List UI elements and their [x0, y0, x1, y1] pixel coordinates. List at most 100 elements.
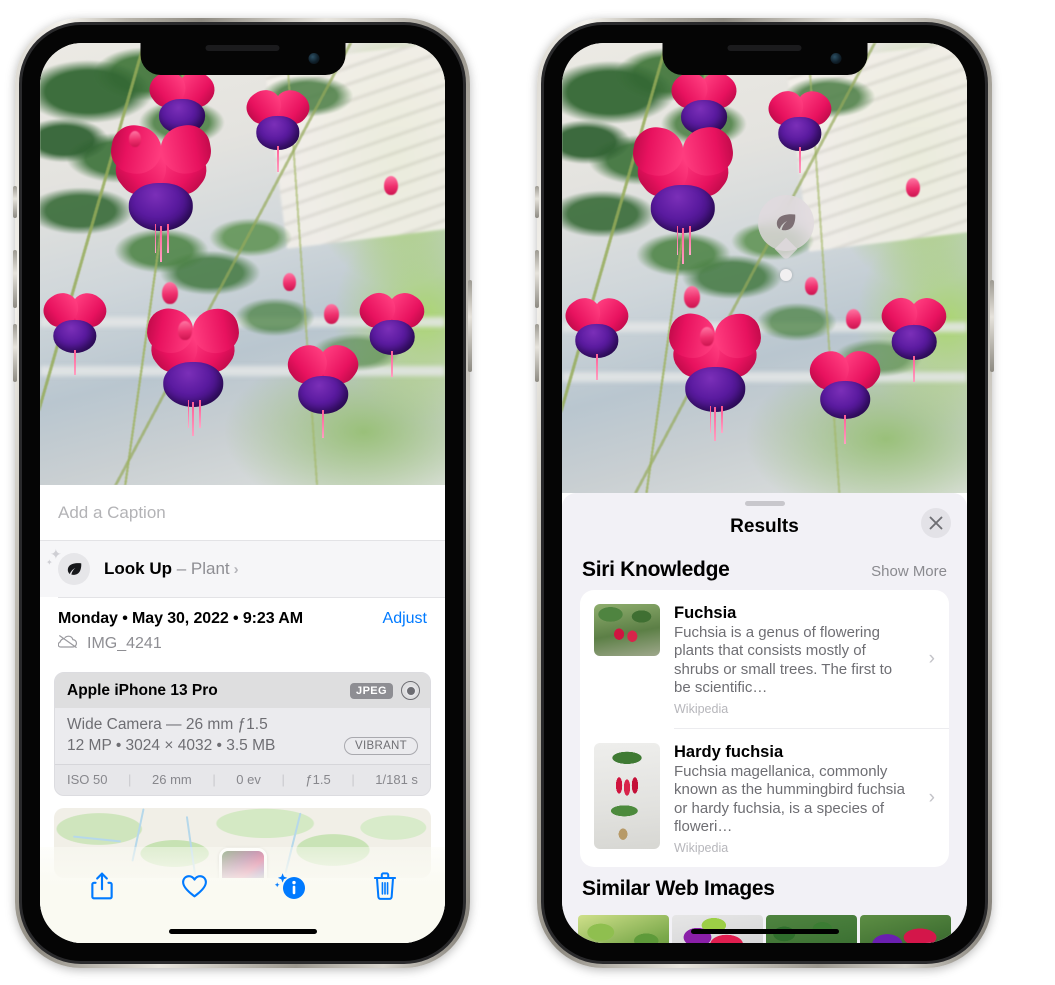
- exif-divider: |: [212, 772, 216, 787]
- camera-card-body: Wide Camera — 26 mm ƒ1.5 12 MP • 3024 × …: [55, 708, 430, 764]
- flower-bloom: [628, 123, 737, 264]
- exif-divider: |: [128, 772, 132, 787]
- camera-card-badges: JPEG: [350, 681, 420, 700]
- chevron-right-icon: ›: [233, 561, 239, 578]
- leaf-icon: [58, 553, 90, 585]
- web-image-1[interactable]: [578, 915, 669, 943]
- knowledge-thumbnail: [594, 743, 660, 850]
- flower-bud: [161, 281, 178, 304]
- flower-bud: [699, 326, 714, 346]
- flower-bud: [805, 277, 818, 295]
- right-phone-screen: Results Siri Knowledge Show More Fuchsia…: [562, 43, 967, 943]
- left-phone: Add a Caption ✦ ✦ Look Up – Plant › Mond…: [13, 18, 472, 968]
- flower-bud: [845, 308, 861, 329]
- look-up-row[interactable]: ✦ ✦ Look Up – Plant ›: [40, 541, 445, 597]
- knowledge-thumbnail: [594, 604, 660, 656]
- look-up-dash: –: [172, 559, 191, 578]
- visual-look-up-anchor-dot: [780, 269, 792, 281]
- home-indicator[interactable]: [690, 929, 839, 934]
- chevron-right-icon: ›: [928, 787, 935, 809]
- aperture-icon: [401, 681, 420, 700]
- knowledge-source: Wikipedia: [674, 702, 729, 717]
- camera-exif-row: ISO 50 | 26 mm | 0 ev | ƒ1.5 | 1/181 s: [55, 764, 430, 795]
- siri-knowledge-header: Siri Knowledge Show More: [562, 548, 967, 590]
- web-image-4[interactable]: [860, 915, 951, 943]
- photo-datetime: Monday • May 30, 2022 • 9:23 AM: [58, 610, 303, 627]
- chevron-right-icon: ›: [928, 648, 935, 670]
- flower-bloom: [143, 304, 244, 436]
- cloud-slash-icon: [57, 634, 78, 654]
- notch: [140, 43, 345, 75]
- results-title: Results: [730, 516, 799, 537]
- knowledge-description: Fuchsia magellanica, commonly known as t…: [674, 763, 905, 836]
- front-camera: [830, 53, 841, 64]
- siri-knowledge-title: Siri Knowledge: [582, 558, 730, 581]
- look-up-bold: Look Up: [104, 559, 172, 578]
- knowledge-item[interactable]: Hardy fuchsia Fuchsia magellanica, commo…: [580, 729, 949, 867]
- flower-bud: [683, 286, 700, 308]
- flower-bloom: [280, 337, 366, 439]
- knowledge-description: Fuchsia is a genus of flowering plants t…: [674, 624, 893, 696]
- exif-divider: |: [351, 772, 355, 787]
- datetime-block: Monday • May 30, 2022 • 9:23 AM Adjust I…: [40, 598, 445, 662]
- camera-specs: 12 MP • 3024 × 4032 • 3.5 MB: [67, 737, 276, 754]
- caption-input[interactable]: Add a Caption: [40, 485, 445, 540]
- show-more-button[interactable]: Show More: [871, 563, 947, 580]
- volume-down-button[interactable]: [13, 324, 17, 382]
- volume-up-button[interactable]: [535, 250, 539, 308]
- look-up-subject: Plant: [190, 559, 230, 578]
- flower-bloom: [802, 343, 888, 444]
- look-up-label: Look Up – Plant ›: [104, 559, 239, 579]
- close-icon[interactable]: [921, 508, 951, 538]
- camera-info-card[interactable]: Apple iPhone 13 Pro JPEG Wide Camera — 2…: [54, 672, 431, 796]
- volume-down-button[interactable]: [535, 324, 539, 382]
- flower-bloom: [875, 290, 953, 383]
- results-sheet: Results Siri Knowledge Show More Fuchsia…: [562, 493, 967, 943]
- camera-lens-info: Wide Camera — 26 mm ƒ1.5: [67, 716, 268, 733]
- flower-bloom: [562, 291, 635, 380]
- power-button[interactable]: [990, 280, 994, 372]
- heart-icon[interactable]: [180, 873, 209, 899]
- info-sparkle-icon[interactable]: [274, 871, 308, 901]
- flower-bloom: [762, 84, 837, 173]
- similar-web-images-header: Similar Web Images: [562, 867, 967, 909]
- photographic-style-badge: VIBRANT: [344, 737, 418, 755]
- knowledge-item[interactable]: Fuchsia Fuchsia is a genus of flowering …: [580, 590, 949, 728]
- flower-bud: [283, 272, 296, 291]
- flower-bloom: [353, 286, 431, 378]
- exif-iso: ISO 50: [67, 772, 108, 787]
- earpiece-speaker: [727, 45, 802, 51]
- sparkle-icon-small: ✦: [46, 558, 53, 567]
- home-indicator[interactable]: [168, 929, 317, 934]
- siri-knowledge-card: Fuchsia Fuchsia is a genus of flowering …: [580, 590, 949, 868]
- photo-toolbar: [40, 871, 445, 901]
- power-button[interactable]: [468, 280, 472, 372]
- visual-look-up-leaf-badge[interactable]: [758, 195, 814, 261]
- exif-aperture: ƒ1.5: [305, 772, 331, 787]
- photo-viewer[interactable]: [562, 43, 967, 493]
- mute-switch[interactable]: [535, 186, 539, 218]
- volume-up-button[interactable]: [13, 250, 17, 308]
- flower-bud: [177, 321, 192, 341]
- earpiece-speaker: [205, 45, 280, 51]
- photo-viewer[interactable]: [40, 43, 445, 485]
- map-road: [72, 835, 121, 843]
- knowledge-title: Hardy fuchsia: [674, 743, 784, 762]
- mute-switch[interactable]: [13, 186, 17, 218]
- trash-icon[interactable]: [373, 871, 397, 901]
- flower-bloom: [665, 310, 766, 441]
- flower-bloom: [240, 83, 315, 172]
- exif-shutter-speed: 1/181 s: [375, 772, 418, 787]
- flower-bloom: [106, 121, 215, 262]
- share-icon[interactable]: [89, 871, 115, 901]
- screenshot-stage: Add a Caption ✦ ✦ Look Up – Plant › Mond…: [0, 0, 1055, 985]
- knowledge-title: Fuchsia: [674, 604, 737, 622]
- photo-filename: IMG_4241: [87, 635, 162, 652]
- exif-divider: |: [281, 772, 285, 787]
- leaf-icon: [776, 214, 796, 231]
- right-phone: Results Siri Knowledge Show More Fuchsia…: [535, 18, 994, 968]
- flower-bud: [906, 178, 921, 197]
- front-camera: [308, 53, 319, 64]
- adjust-button[interactable]: Adjust: [383, 610, 427, 628]
- flower-bloom: [40, 286, 113, 375]
